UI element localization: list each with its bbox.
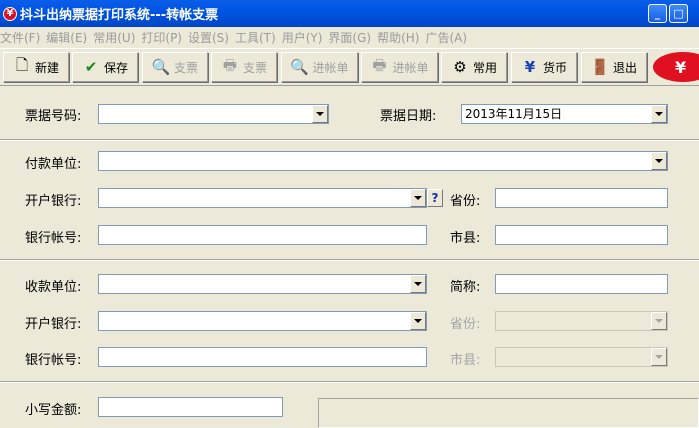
- exit-door-icon: 🚪: [590, 58, 610, 76]
- cheque-form: 票据号码: 票据日期: 2013年11月15日 付款单位: 开户银行: ? 省份…: [0, 87, 699, 428]
- printer-icon: 🖶: [222, 55, 238, 74]
- menu-interface[interactable]: 界面(G): [328, 29, 377, 46]
- new-document-icon: 🗋: [15, 55, 29, 74]
- payee-unit-label: 收款单位:: [25, 280, 82, 295]
- print-cheque-button[interactable]: 🖶 支票: [211, 52, 277, 82]
- amount-label: 小写金额:: [25, 403, 82, 418]
- payee-bank-label: 开户银行:: [25, 317, 82, 332]
- payee-county-dropdown[interactable]: [495, 347, 668, 367]
- menu-file[interactable]: 文件(F): [0, 29, 46, 46]
- payee-province-label: 省份:: [450, 317, 481, 332]
- window-title: 抖斗出纳票据打印系统---转帐支票: [20, 8, 219, 23]
- checkmark-icon: ✔: [84, 58, 98, 76]
- cheque-button-label: 支票: [173, 60, 198, 75]
- deposit-slip-button[interactable]: 🔍 进帐单: [281, 52, 358, 82]
- amount-uppercase-panel: [318, 398, 699, 428]
- new-button-label: 新建: [34, 60, 59, 75]
- chevron-down-icon[interactable]: [651, 348, 667, 366]
- currency-button-label: 货币: [542, 60, 567, 75]
- save-button[interactable]: ✔ 保存: [72, 52, 138, 82]
- print-deposit-slip-button[interactable]: 🖶 进帐单: [361, 52, 438, 82]
- chevron-down-icon[interactable]: [651, 152, 667, 170]
- gear-icon: ⚙: [453, 58, 467, 76]
- divider: [0, 139, 699, 141]
- menu-ads[interactable]: 广告(A): [425, 29, 473, 46]
- common-button[interactable]: ⚙ 常用: [441, 52, 507, 82]
- chevron-down-icon[interactable]: [312, 105, 328, 123]
- payer-county-input[interactable]: [495, 225, 668, 245]
- menu-print[interactable]: 打印(P): [141, 29, 188, 46]
- toolbar: 🗋 新建 ✔ 保存 🔍 支票 🖶 支票 🔍 进帐单 🖶 进帐单 ⚙ 常用 ¥ 货…: [0, 48, 699, 86]
- payer-province-input[interactable]: [495, 188, 668, 208]
- divider: [0, 259, 699, 261]
- ticket-date-picker[interactable]: 2013年11月15日: [461, 104, 668, 124]
- payee-unit-dropdown[interactable]: [98, 274, 427, 294]
- currency-button[interactable]: ¥ 货币: [511, 52, 577, 82]
- payer-unit-dropdown[interactable]: [98, 151, 668, 171]
- payee-account-label: 银行帐号:: [25, 353, 82, 368]
- ticket-no-label: 票据号码:: [25, 109, 82, 124]
- divider: [0, 381, 699, 383]
- payer-account-input[interactable]: [98, 225, 427, 245]
- maximize-button[interactable]: □: [669, 4, 688, 23]
- payee-short-name-label: 简称:: [450, 280, 481, 295]
- menu-edit[interactable]: 编辑(E): [46, 29, 93, 46]
- payer-account-label: 银行帐号:: [25, 231, 82, 246]
- chevron-down-icon[interactable]: [410, 189, 426, 207]
- menu-bar: 文件(F) 编辑(E) 常用(U) 打印(P) 设置(S) 工具(T) 用户(Y…: [0, 27, 699, 47]
- exit-button[interactable]: 🚪 退出: [581, 52, 647, 82]
- magnifier-icon: 🔍: [151, 58, 171, 76]
- chevron-down-icon[interactable]: [410, 275, 426, 293]
- minimize-button[interactable]: _: [648, 4, 667, 23]
- print-deposit-slip-button-label: 进帐单: [392, 60, 429, 75]
- payer-bank-dropdown[interactable]: [98, 188, 427, 208]
- menu-settings[interactable]: 设置(S): [188, 29, 235, 46]
- ticket-date-label: 票据日期:: [380, 109, 437, 124]
- deposit-slip-button-label: 进帐单: [312, 60, 349, 75]
- chevron-down-icon[interactable]: [651, 105, 667, 123]
- menu-common[interactable]: 常用(U): [93, 29, 141, 46]
- cheque-button[interactable]: 🔍 支票: [142, 52, 208, 82]
- app-icon[interactable]: ¥: [3, 6, 17, 21]
- title-bar: ¥ 抖斗出纳票据打印系统---转帐支票 _ □: [0, 0, 699, 27]
- payer-unit-label: 付款单位:: [25, 157, 82, 172]
- save-button-label: 保存: [103, 60, 128, 75]
- payer-province-label: 省份:: [450, 194, 481, 209]
- payee-short-name-input[interactable]: [495, 274, 668, 294]
- exit-button-label: 退出: [612, 60, 637, 75]
- ticket-no-dropdown[interactable]: [98, 104, 329, 124]
- new-button[interactable]: 🗋 新建: [3, 52, 69, 82]
- chevron-down-icon[interactable]: [410, 312, 426, 330]
- payee-province-dropdown[interactable]: [495, 311, 668, 331]
- payee-bank-dropdown[interactable]: [98, 311, 427, 331]
- menu-tools[interactable]: 工具(T): [235, 29, 282, 46]
- menu-help[interactable]: 帮助(H): [377, 29, 425, 46]
- payer-bank-label: 开户银行:: [25, 194, 82, 209]
- print-cheque-button-label: 支票: [242, 60, 267, 75]
- chevron-down-icon[interactable]: [651, 312, 667, 330]
- menu-user[interactable]: 用户(Y): [282, 29, 329, 46]
- help-icon[interactable]: ?: [427, 189, 443, 207]
- payee-county-label: 市县:: [450, 353, 481, 368]
- amount-input[interactable]: [98, 397, 283, 417]
- printer-icon: 🖶: [372, 55, 387, 74]
- payer-county-label: 市县:: [450, 231, 481, 246]
- yen-icon: ¥: [524, 58, 536, 76]
- ticket-date-value: 2013年11月15日: [465, 107, 563, 121]
- magnifier-icon: 🔍: [290, 58, 309, 76]
- common-button-label: 常用: [472, 60, 497, 75]
- payee-account-input[interactable]: [98, 347, 427, 367]
